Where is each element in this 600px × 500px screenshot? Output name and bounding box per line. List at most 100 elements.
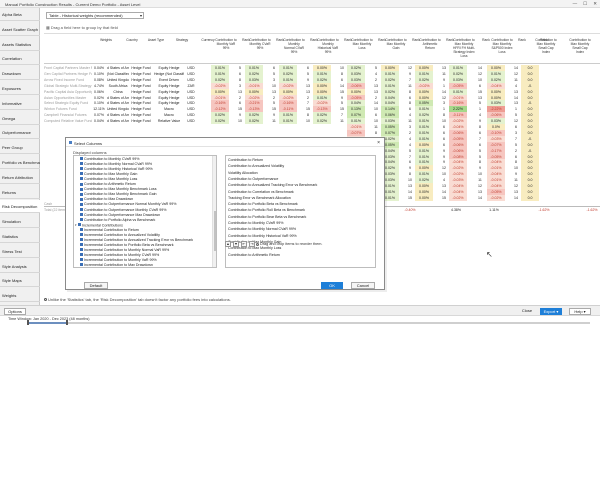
checkbox-checked-icon[interactable] xyxy=(80,167,83,171)
column-checkbox-label: Incremental Contribution to Annualized T… xyxy=(84,237,194,242)
column-header[interactable]: Contribution to Arithmetic Return xyxy=(419,38,441,50)
column-checkbox-label: Contribution to Portfolio Alpha vs Bench… xyxy=(84,217,156,222)
sidebar-item-portfolio-vs-benchmark[interactable]: Portfolio vs Benchmark xyxy=(0,156,40,169)
total-value: 4.38% xyxy=(451,208,461,212)
options-button[interactable]: Options xyxy=(4,307,26,315)
ordered-column-item[interactable]: Contribution to Arithmetic Return xyxy=(228,252,280,258)
checkbox-checked-icon[interactable] xyxy=(80,182,83,186)
help-button[interactable]: Help ▾ xyxy=(569,307,591,315)
sidebar-item-risk-decomposition[interactable]: Risk Decomposition xyxy=(0,200,40,214)
sidebar-item-outperformance[interactable]: Outperformance xyxy=(0,126,40,140)
column-checkbox-item[interactable]: Incremental Contribution to Max Drawdown xyxy=(80,263,153,268)
checkbox-checked-icon[interactable] xyxy=(80,248,83,252)
column-header[interactable]: Weights xyxy=(93,38,119,42)
checkbox-checked-icon[interactable] xyxy=(80,207,83,211)
cancel-button[interactable]: Cancel xyxy=(351,282,375,289)
checkbox-checked-icon[interactable] xyxy=(80,187,83,191)
column-header[interactable]: Contribution to Max Monthly Gain xyxy=(385,38,407,50)
checkbox-checked-icon[interactable] xyxy=(80,253,83,257)
sidebar-item-correlation[interactable]: Correlation xyxy=(0,52,40,66)
column-header[interactable]: Contribution to Max Monthly HFRI FH Mult… xyxy=(453,38,475,58)
sidebar-item-assets-statistics[interactable]: Assets Statistics xyxy=(0,38,40,51)
column-header[interactable]: Rank xyxy=(481,38,491,42)
chevron-down-icon: ▾ xyxy=(139,13,142,18)
info-note: Unlike the 'Statistics' tab, the 'Risk D… xyxy=(44,297,231,302)
checkbox-checked-icon[interactable] xyxy=(80,172,83,176)
column-header[interactable]: Rank xyxy=(533,38,555,42)
move-down-button[interactable]: ▼ xyxy=(233,241,239,247)
time-window-fill xyxy=(28,321,68,324)
default-button[interactable]: Default xyxy=(84,282,108,289)
sidebar-item-return-attribution[interactable]: Return Attribution xyxy=(0,171,40,184)
sidebar-item-omega[interactable]: Omega xyxy=(0,112,40,125)
column-header[interactable]: Contribution to Monthly VaR 99% xyxy=(215,38,237,50)
sidebar-item-drawdown[interactable]: Drawdown xyxy=(0,67,40,81)
dialog-close-icon[interactable]: × xyxy=(377,140,380,146)
checkbox-checked-icon[interactable] xyxy=(78,223,81,227)
export-button[interactable]: Export ▾ xyxy=(540,307,562,315)
move-up-button[interactable]: ▲ xyxy=(225,241,231,247)
scrollbar-thumb[interactable] xyxy=(213,211,216,251)
sidebar-item-style-analysis[interactable]: Style Analysis xyxy=(0,260,40,273)
checkbox-checked-icon[interactable] xyxy=(80,233,83,236)
close-button[interactable]: Close xyxy=(518,308,536,315)
ok-button[interactable]: OK xyxy=(321,282,343,289)
time-window-start-handle[interactable] xyxy=(27,320,29,325)
column-checkbox-label: Contribution to Monthly Historical VaR 9… xyxy=(84,167,153,172)
checkbox-checked-icon[interactable] xyxy=(80,157,83,161)
view-select[interactable]: Table - Historical weights (recommended)… xyxy=(46,12,144,19)
group-by-hint[interactable]: ▦ Drag a field here to group by that fie… xyxy=(46,25,118,30)
sidebar-item-weights[interactable]: Weights xyxy=(0,289,40,303)
column-header[interactable]: Asset Type xyxy=(143,38,169,42)
column-header[interactable]: Contribution to Monthly Normal CVaR 99% xyxy=(283,38,305,54)
checkbox-checked-icon[interactable] xyxy=(80,238,83,242)
dialog-app-icon xyxy=(69,141,72,144)
checkbox-checked-icon[interactable] xyxy=(80,197,83,201)
checkbox-checked-icon[interactable] xyxy=(80,263,83,267)
column-tree-scrollbar[interactable] xyxy=(212,156,216,267)
total-value: -0.40% xyxy=(404,208,416,212)
column-tree: Contribution to Monthly CVaR 99% Contribu… xyxy=(73,155,217,268)
sidebar-item-alpha-beta[interactable]: Alpha Beta xyxy=(0,8,40,21)
checkbox-checked-icon[interactable] xyxy=(80,217,83,221)
sidebar-item-peer-group[interactable]: Peer Group xyxy=(0,141,40,155)
checkbox-checked-icon[interactable] xyxy=(80,177,83,181)
time-window-end-handle[interactable] xyxy=(66,320,69,325)
sidebar-item-stress-test[interactable]: Stress Test xyxy=(0,245,40,258)
move-bottom-button[interactable]: ⇥ xyxy=(249,241,255,247)
column-header[interactable]: Contribution to Max Monthly Small Cap In… xyxy=(569,38,591,54)
sidebar-item-statistics[interactable]: Statistics xyxy=(0,230,40,243)
column-header[interactable]: Rank xyxy=(517,38,527,42)
checkbox-checked-icon[interactable] xyxy=(80,212,83,216)
column-checkbox-label: Contribution to Monthly Normal CVaR 99% xyxy=(84,162,153,167)
checkbox-checked-icon[interactable] xyxy=(80,258,83,262)
sidebar-item-simulation[interactable]: Simulation xyxy=(0,215,40,229)
minimize-button[interactable]: — xyxy=(573,1,578,7)
close-window-button[interactable]: ✕ xyxy=(593,1,597,7)
sidebar-item-returns[interactable]: Returns xyxy=(0,186,40,199)
checkbox-checked-icon[interactable] xyxy=(80,227,83,231)
column-header[interactable]: Contribution to Monthly CVaR 99% xyxy=(249,38,271,50)
checkbox-checked-icon[interactable] xyxy=(80,243,83,247)
sidebar-item-informative[interactable]: Informative xyxy=(0,97,40,110)
sidebar-item-style-maps[interactable]: Style Maps xyxy=(0,274,40,288)
move-top-button[interactable]: ⇤ xyxy=(241,241,247,247)
maximize-button[interactable]: ☐ xyxy=(583,1,587,7)
column-header[interactable]: Contribution to Max Monthly Loss xyxy=(351,38,373,50)
info-note-text: Unlike the 'Statistics' tab, the 'Risk D… xyxy=(48,297,231,302)
column-header[interactable]: Contribution to Monthly Historical VaR 9… xyxy=(317,38,339,54)
checkbox-checked-icon[interactable] xyxy=(80,192,83,196)
column-header[interactable]: Strategy xyxy=(169,38,195,42)
checkbox-checked-icon[interactable] xyxy=(80,162,83,166)
checkbox-checked-icon[interactable] xyxy=(80,202,83,206)
column-header[interactable]: Country xyxy=(119,38,145,42)
column-checkbox-label: Incremental Contribution to Return xyxy=(84,227,139,232)
column-header[interactable]: Contribution to Max Monthly S&P500 Index… xyxy=(491,38,513,54)
window-title: Manual Portfolio Construction Results - … xyxy=(5,1,141,7)
sidebar-item-exposures[interactable]: Exposures xyxy=(0,82,40,95)
window-controls: — ☐ ✕ xyxy=(573,1,597,7)
column-checkbox-label: Incremental Contribution to Monthly CVaR… xyxy=(84,252,160,257)
sidebar-item-asset-scatter-graph[interactable]: Asset Scatter Graph xyxy=(0,23,40,36)
time-window-slider[interactable] xyxy=(28,321,590,324)
column-checkbox-label: Incremental Contribution to Max Drawdown xyxy=(84,263,153,268)
